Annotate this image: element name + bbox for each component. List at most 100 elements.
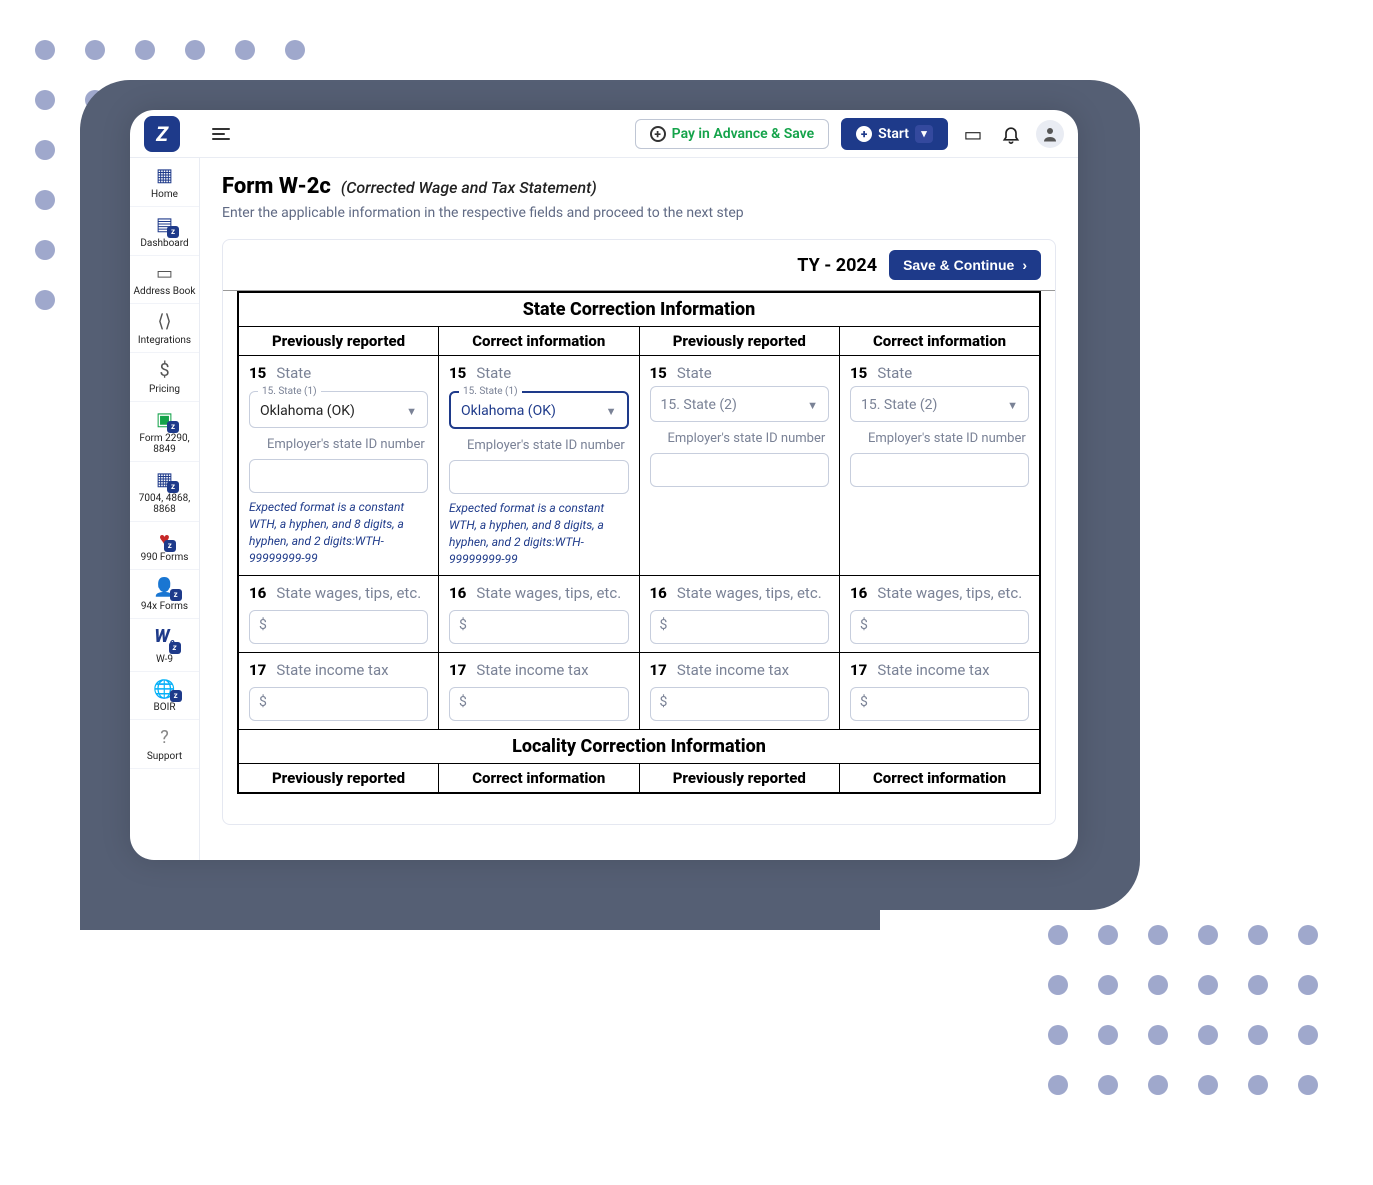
box-number: 16 [449,584,466,602]
sidebar-item-boir[interactable]: 🌐z BOIR [130,672,199,721]
select-legend: 15. State (1) [459,386,522,397]
sidebar-item-label: Home [151,189,178,200]
box-label: State wages, tips, etc. [276,584,421,602]
box-label: State [476,364,511,382]
sidebar-item-990[interactable]: ♥z 990 Forms [130,522,199,571]
state-income-tax-input[interactable] [850,687,1029,721]
sidebar-item-label: 94x Forms [141,601,188,612]
state-wages-input[interactable] [249,610,428,644]
select-placeholder: 15. State (2) [861,397,937,413]
box-number: 15 [249,364,266,382]
sidebar-item-support[interactable]: ? Support [130,720,199,769]
state-wages-input[interactable] [650,610,830,644]
employer-state-id-input[interactable] [449,460,629,494]
column-header: Correct information [840,327,1041,356]
box-label: State wages, tips, etc. [877,584,1022,602]
sidebar-item-pricing[interactable]: $ Pricing [130,353,199,402]
select-legend: 15. State (1) [258,386,321,397]
dollar-icon: $ [459,617,467,633]
book-icon: ▭ [156,264,173,284]
sidebar-item-integrations[interactable]: ⟨⟩ Integrations [130,304,199,353]
state-correction-table: State Correction Information Previously … [237,291,1041,794]
plus-icon: + [856,126,872,142]
column-header: Previously reported [639,327,840,356]
w9-icon: W9z [154,627,174,650]
box-label: State income tax [877,661,989,679]
plus-icon: + [650,126,666,142]
box-label: State [877,364,912,382]
sidebar-item-7004[interactable]: ▦z 7004, 4868, 8868 [130,462,199,522]
state-wages-input[interactable] [449,610,629,644]
chevron-down-icon: ▼ [406,405,417,418]
main-content: Form W-2c (Corrected Wage and Tax Statem… [200,158,1078,860]
sidebar-item-home[interactable]: ▦ Home [130,158,199,207]
menu-toggle-icon[interactable] [212,128,230,140]
state-income-tax-input[interactable] [650,687,830,721]
app-logo[interactable]: Z [144,116,180,152]
save-continue-button[interactable]: Save & Continue › [889,250,1041,280]
state-wages-input[interactable] [850,610,1029,644]
ein-label: Employer's state ID number [668,432,830,446]
box-number: 17 [850,661,867,679]
sidebar-item-label: 7004, 4868, 8868 [132,493,197,515]
calendar-icon: ▦z [156,470,173,490]
column-header: Correct information [439,327,640,356]
state-income-tax-input[interactable] [249,687,428,721]
box-number: 16 [650,584,667,602]
chevron-right-icon: › [1022,257,1027,273]
box-number: 15 [650,364,667,382]
avatar[interactable] [1036,120,1064,148]
dollar-icon: $ [259,694,267,710]
sidebar-item-w9[interactable]: W9z W-9 [130,619,199,671]
state-2-prev-select[interactable]: 15. State (2)▼ [650,386,830,422]
state-1-prev-select[interactable]: 15. State (1) Oklahoma (OK) ▼ [249,386,428,428]
sidebar-item-label: Support [147,751,182,762]
sidebar-item-label: BOIR [154,702,176,713]
box-label: State wages, tips, etc. [476,584,621,602]
state-2-corr-select[interactable]: 15. State (2)▼ [850,386,1029,422]
sidebar-item-address-book[interactable]: ▭ Address Book [130,256,199,305]
box-number: 16 [850,584,867,602]
sidebar-item-label: Dashboard [140,238,188,249]
box-label: State [276,364,311,382]
ein-label: Employer's state ID number [868,432,1029,446]
person-icon: 👤z [153,578,175,598]
column-header: Correct information [840,764,1041,794]
dashboard-icon: ▤z [156,215,173,235]
box-number: 17 [449,661,466,679]
chevron-down-icon: ▾ [915,125,933,143]
box-label: State income tax [476,661,588,679]
sidebar-item-94x[interactable]: 👤z 94x Forms [130,570,199,619]
employer-state-id-input[interactable] [249,459,428,493]
sidebar-item-form-2290[interactable]: ▣z Form 2290, 8849 [130,402,199,462]
state-income-tax-input[interactable] [449,687,629,721]
save-continue-label: Save & Continue [903,257,1014,273]
format-hint: Expected format is a constant WTH, a hyp… [249,499,428,566]
tax-year-label: TY - 2024 [797,255,877,276]
truck-icon: ▣z [156,410,173,430]
pay-in-advance-button[interactable]: + Pay in Advance & Save [635,119,829,149]
topbar: Z + Pay in Advance & Save + Start ▾ ▭ [130,110,1078,158]
ein-label: Employer's state ID number [267,438,428,452]
select-value: Oklahoma (OK) [461,403,556,419]
globe-icon: 🌐z [153,680,175,700]
home-icon: ▦ [156,166,173,186]
pay-in-advance-label: Pay in Advance & Save [672,126,814,142]
help-icon: ? [160,728,169,748]
state-1-corr-select[interactable]: 15. State (1) Oklahoma (OK)▼ [449,386,629,429]
id-card-icon[interactable]: ▭ [960,121,986,147]
column-header: Previously reported [639,764,840,794]
employer-state-id-input[interactable] [650,453,830,487]
select-value: Oklahoma (OK) [260,403,355,419]
box-label: State income tax [276,661,388,679]
bell-icon[interactable] [998,121,1024,147]
sidebar-item-label: W-9 [156,654,173,665]
sidebar-item-dashboard[interactable]: ▤z Dashboard [130,207,199,256]
employer-state-id-input[interactable] [850,453,1029,487]
box-label: State wages, tips, etc. [677,584,822,602]
start-button[interactable]: + Start ▾ [841,118,948,150]
format-hint: Expected format is a constant WTH, a hyp… [449,500,629,567]
start-label: Start [878,126,909,142]
box-number: 15 [850,364,867,382]
sidebar: ▦ Home ▤z Dashboard ▭ Address Book ⟨⟩ In… [130,158,200,860]
